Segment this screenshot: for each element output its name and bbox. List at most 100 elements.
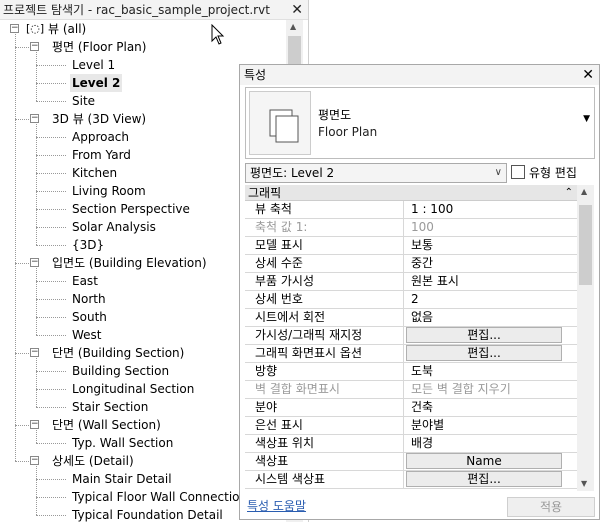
tree-item[interactable]: West: [0, 326, 280, 344]
edit-type-button[interactable]: 유형 편집: [511, 163, 577, 183]
property-name: 상세 번호: [245, 291, 404, 309]
instance-filter-select[interactable]: 평면도: Level 2 ∨: [245, 163, 507, 183]
property-edit-button[interactable]: 편집...: [406, 345, 562, 361]
property-row[interactable]: 그래픽 화면표시 옵션 편집...: [245, 345, 577, 363]
tree-connector: [36, 299, 66, 300]
scroll-up-icon[interactable]: ▲: [290, 22, 296, 31]
tree-item[interactable]: Typical Foundation Detail: [0, 506, 280, 522]
collapse-toggle-icon[interactable]: −: [30, 258, 39, 267]
property-row[interactable]: 시스템 색상표 편집...: [245, 471, 577, 489]
tree-item[interactable]: Building Section: [0, 362, 280, 380]
property-row[interactable]: 모델 표시 보통: [245, 237, 577, 255]
property-row[interactable]: 시트에서 회전 없음: [245, 309, 577, 327]
tree-item-label: Main Stair Detail: [72, 472, 172, 486]
project-browser-title-text: 프로젝트 탐색기 - rac_basic_sample_project.rvt: [3, 3, 270, 17]
tree-group[interactable]: − 상세도 (Detail): [0, 452, 280, 470]
tree-item[interactable]: Approach: [0, 128, 280, 146]
tree-item[interactable]: From Yard: [0, 146, 280, 164]
tree-item[interactable]: Level 2: [0, 74, 280, 92]
property-value: 100: [411, 220, 434, 234]
collapse-toggle-icon[interactable]: −: [30, 114, 39, 123]
collapse-icon[interactable]: ⌃: [565, 185, 573, 201]
tree-group[interactable]: − 평면 (Floor Plan): [0, 38, 280, 56]
property-row[interactable]: 부품 가시성 원본 표시: [245, 273, 577, 291]
tree-connector: [36, 479, 66, 480]
tree-group-label: 입면도 (Building Elevation): [52, 256, 207, 270]
property-row[interactable]: 은선 표시 분야별: [245, 417, 577, 435]
collapse-toggle-icon[interactable]: −: [10, 24, 19, 33]
close-icon[interactable]: ✕: [582, 65, 594, 85]
tree-item[interactable]: Site: [0, 92, 280, 110]
tree-item[interactable]: North: [0, 290, 280, 308]
edit-type-label: 유형 편집: [529, 166, 577, 180]
property-value: 모든 벽 결합 지우기: [411, 382, 511, 396]
property-name: 부품 가시성: [245, 273, 404, 291]
scroll-down-icon[interactable]: ▼: [581, 479, 587, 488]
tree-connector: [36, 335, 66, 336]
dropdown-arrow-icon[interactable]: ▼: [583, 114, 590, 124]
collapse-toggle-icon[interactable]: −: [30, 420, 39, 429]
tree-item[interactable]: Main Stair Detail: [0, 470, 280, 488]
tree-item[interactable]: Typ. Wall Section: [0, 434, 280, 452]
tree-item-label: Solar Analysis: [72, 220, 156, 234]
property-row[interactable]: 벽 결합 화면표시 모든 벽 결합 지우기: [245, 381, 577, 399]
tree-group-label: 상세도 (Detail): [52, 454, 134, 468]
scroll-up-icon[interactable]: ▲: [581, 187, 587, 196]
tree-item[interactable]: South: [0, 308, 280, 326]
tree-item[interactable]: Stair Section: [0, 398, 280, 416]
property-name: 시스템 색상표: [245, 471, 404, 489]
scrollbar-thumb[interactable]: [579, 205, 592, 285]
tree-group[interactable]: − 단면 (Wall Section): [0, 416, 280, 434]
close-icon[interactable]: ✕: [291, 0, 303, 20]
tree-item[interactable]: Section Perspective: [0, 200, 280, 218]
tree-item[interactable]: Typical Floor Wall Connection: [0, 488, 280, 506]
collapse-toggle-icon[interactable]: −: [30, 456, 39, 465]
tree-item-label: Building Section: [72, 364, 170, 378]
type-selector[interactable]: 평면도 Floor Plan ▼: [245, 87, 595, 159]
tree-item-label: Section Perspective: [72, 202, 190, 216]
property-row[interactable]: 뷰 축척 1 : 100: [245, 201, 577, 219]
tree-connector: [15, 263, 29, 264]
tree-group[interactable]: − 3D 뷰 (3D View): [0, 110, 280, 128]
tree-connector: [36, 281, 66, 282]
tree-root[interactable]: − [◌] 뷰 (all): [10, 20, 280, 38]
property-row[interactable]: 색상표 Name: [245, 453, 577, 471]
property-row[interactable]: 방향 도북: [245, 363, 577, 381]
property-row[interactable]: 색상표 위치 배경: [245, 435, 577, 453]
property-edit-button[interactable]: Name: [406, 453, 562, 469]
property-name: 가시성/그래픽 재지정: [245, 327, 404, 345]
property-row[interactable]: 상세 수준 중간: [245, 255, 577, 273]
tree-connector: [36, 101, 66, 102]
project-browser-title: 프로젝트 탐색기 - rac_basic_sample_project.rvt …: [0, 0, 308, 20]
apply-button[interactable]: 적용: [507, 497, 595, 517]
tree-connector: [36, 245, 66, 246]
tree-connector: [36, 371, 66, 372]
property-value: 보통: [411, 238, 434, 252]
tree-group-label: 3D 뷰 (3D View): [52, 112, 147, 126]
tree-item[interactable]: Longitudinal Section: [0, 380, 280, 398]
tree-group-label: 단면 (Building Section): [52, 346, 185, 360]
collapse-toggle-icon[interactable]: −: [30, 348, 39, 357]
tree-group[interactable]: − 입면도 (Building Elevation): [0, 254, 280, 272]
property-row[interactable]: 분야 건축: [245, 399, 577, 417]
tree-connector: [36, 430, 37, 443]
tree-item[interactable]: Level 1: [0, 56, 280, 74]
tree-connector: [36, 389, 66, 390]
category-header[interactable]: 그래픽 ⌃: [245, 185, 577, 201]
property-edit-button[interactable]: 편집...: [406, 327, 562, 343]
collapse-toggle-icon[interactable]: −: [30, 42, 39, 51]
tree-item[interactable]: {3D}: [0, 236, 280, 254]
property-name: 방향: [245, 363, 404, 381]
tree-item[interactable]: Living Room: [0, 182, 280, 200]
tree-item[interactable]: East: [0, 272, 280, 290]
tree-connector: [36, 191, 66, 192]
property-row[interactable]: 상세 번호 2: [245, 291, 577, 309]
property-row[interactable]: 축척 값 1: 100: [245, 219, 577, 237]
tree-item[interactable]: Solar Analysis: [0, 218, 280, 236]
property-edit-button[interactable]: 편집...: [406, 471, 562, 487]
property-row[interactable]: 가시성/그래픽 재지정 편집...: [245, 327, 577, 345]
tree-item[interactable]: Kitchen: [0, 164, 280, 182]
tree-connector: [15, 119, 29, 120]
tree-group[interactable]: − 단면 (Building Section): [0, 344, 280, 362]
properties-help-link[interactable]: 특성 도움말: [247, 497, 306, 514]
